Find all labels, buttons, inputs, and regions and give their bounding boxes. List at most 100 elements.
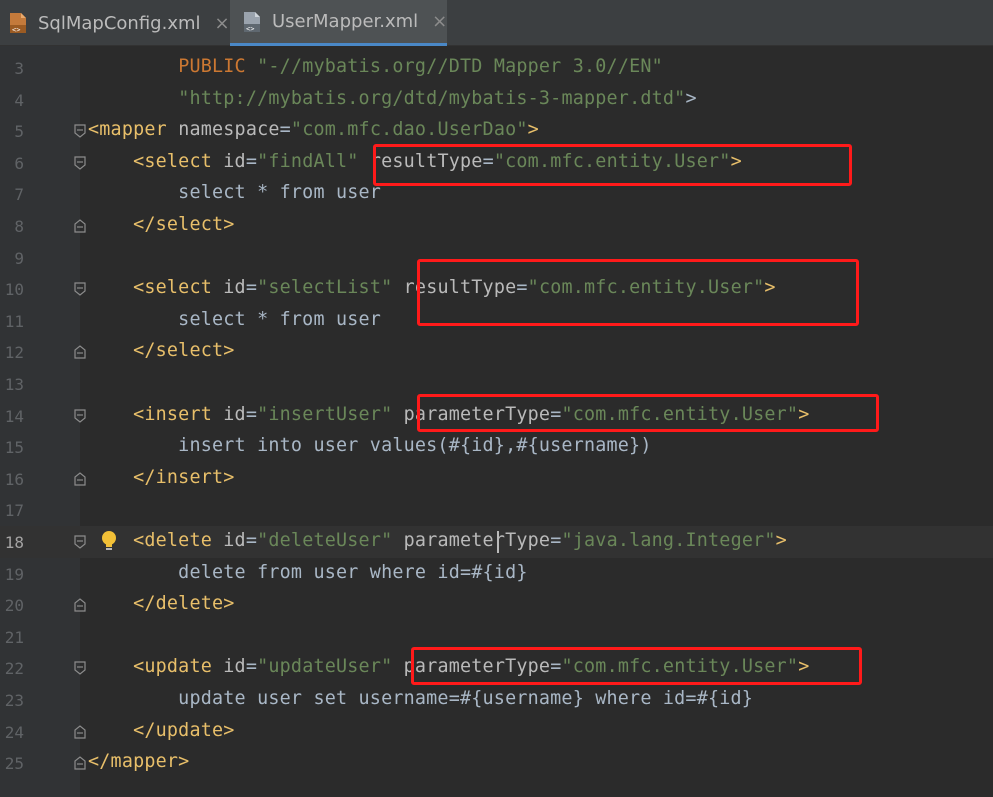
code-line[interactable]: 24 </update>	[0, 716, 993, 748]
fold-marker-icon[interactable]	[74, 724, 86, 739]
line-number: 24	[4, 722, 24, 742]
code-token: insert into user values(#{id},#{username…	[88, 435, 652, 457]
code-token: </insert>	[133, 466, 235, 488]
close-icon[interactable]: ×	[432, 11, 447, 32]
fold-marker-icon[interactable]	[74, 408, 86, 423]
code-text: "http://mybatis.org/dtd/mybatis-3-mapper…	[88, 88, 697, 109]
tab-sqlmapconfig[interactable]: <> SqlMapConfig.xml ×	[0, 0, 230, 46]
code-text: </select>	[88, 340, 235, 361]
line-number: 21	[4, 627, 24, 647]
code-text: select * from user	[88, 309, 381, 330]
code-text: delete from user where id=#{id}	[88, 562, 528, 583]
code-line[interactable]: 15 insert into user values(#{id},#{usern…	[0, 431, 993, 463]
code-token: </select>	[133, 340, 235, 362]
editor-tab-bar: <> SqlMapConfig.xml × <> UserMapper.xml …	[0, 0, 993, 46]
fold-marker-icon[interactable]	[74, 219, 86, 233]
code-token: "http://mybatis.org/dtd/mybatis-3-mapper…	[178, 87, 686, 109]
highlight-box-resulttype-selectlist	[417, 259, 859, 326]
code-token: "com.mfc.dao.UserDao"	[290, 119, 528, 141]
code-line[interactable]: 12 </select>	[0, 336, 993, 368]
code-line[interactable]: 4 "http://mybatis.org/dtd/mybatis-3-mapp…	[0, 84, 993, 116]
code-text: <mapper namespace="com.mfc.dao.UserDao">	[88, 119, 539, 140]
tab-label: SqlMapConfig.xml	[38, 12, 201, 34]
code-line[interactable]: 17	[0, 494, 993, 526]
line-number: 3	[14, 59, 24, 78]
fold-marker-icon[interactable]	[74, 598, 86, 612]
code-line[interactable]: 8 </select>	[0, 210, 993, 242]
code-token: </mapper>	[88, 751, 190, 773]
code-token: PUBLIC	[178, 56, 246, 77]
code-token: >	[685, 87, 697, 109]
fold-marker-icon[interactable]	[74, 535, 86, 549]
code-line[interactable]: 16 </insert>	[0, 463, 993, 495]
tab-usermapper[interactable]: <> UserMapper.xml ×	[230, 0, 447, 46]
line-number: 15	[4, 438, 24, 458]
highlight-box-parametertype-insertuser	[417, 394, 879, 432]
line-number: 9	[14, 248, 24, 268]
code-token: id	[223, 403, 246, 425]
fold-marker-icon[interactable]	[74, 345, 86, 359]
line-number: 5	[14, 122, 24, 142]
line-number: 7	[14, 185, 24, 205]
code-text: <delete id="deleteUser" parameterType="j…	[88, 530, 787, 551]
code-line[interactable]: 23 update user set username=#{username} …	[0, 684, 993, 716]
code-line[interactable]: 3 PUBLIC "-//mybatis.org//DTD Mapper 3.0…	[0, 52, 993, 84]
code-token: <select	[133, 150, 212, 172]
code-token: update user set username=#{username} whe…	[88, 688, 754, 709]
fold-marker-icon[interactable]	[74, 756, 86, 770]
fold-marker-icon[interactable]	[74, 156, 86, 170]
code-line[interactable]: 25 </mapper>	[0, 747, 993, 779]
code-token: <update	[133, 656, 212, 678]
code-token: </delete>	[133, 593, 235, 615]
code-text: </insert>	[88, 467, 235, 488]
code-text: select * from user	[88, 182, 381, 203]
code-line[interactable]: 20 </delete>	[0, 589, 993, 621]
code-token: </update>	[133, 719, 235, 741]
code-text: update user set username=#{username} whe…	[88, 688, 753, 709]
fold-marker-icon[interactable]	[74, 282, 86, 296]
code-token: "insertUser"	[257, 403, 393, 425]
code-token: =	[279, 119, 291, 141]
close-icon[interactable]: ×	[215, 13, 230, 34]
xml-file-icon: <>	[8, 12, 28, 34]
code-token: "selectList"	[257, 277, 393, 299]
fold-marker-icon[interactable]	[74, 472, 86, 486]
code-token: "findAll"	[257, 150, 359, 172]
line-number: 22	[4, 659, 24, 679]
highlight-box-resulttype-findall	[373, 144, 852, 186]
code-line[interactable]: 5 <mapper namespace="com.mfc.dao.UserDao"…	[0, 115, 993, 147]
line-number: 20	[4, 596, 24, 616]
fold-marker-icon[interactable]	[74, 124, 86, 138]
svg-text:<>: <>	[12, 26, 20, 34]
line-number: 11	[4, 311, 24, 331]
code-token: <mapper	[88, 119, 167, 141]
line-number: 18	[4, 533, 24, 552]
code-line[interactable]: 19 delete from user where id=#{id}	[0, 558, 993, 590]
code-token: </select>	[133, 214, 235, 235]
line-number: 10	[4, 280, 24, 300]
code-token: <select	[133, 277, 212, 299]
code-text: PUBLIC "-//mybatis.org//DTD Mapper 3.0//…	[88, 56, 663, 77]
line-number: 8	[14, 217, 24, 236]
fold-marker-icon[interactable]	[74, 661, 86, 676]
line-number: 23	[4, 691, 24, 710]
code-token: select * from user	[88, 308, 382, 330]
